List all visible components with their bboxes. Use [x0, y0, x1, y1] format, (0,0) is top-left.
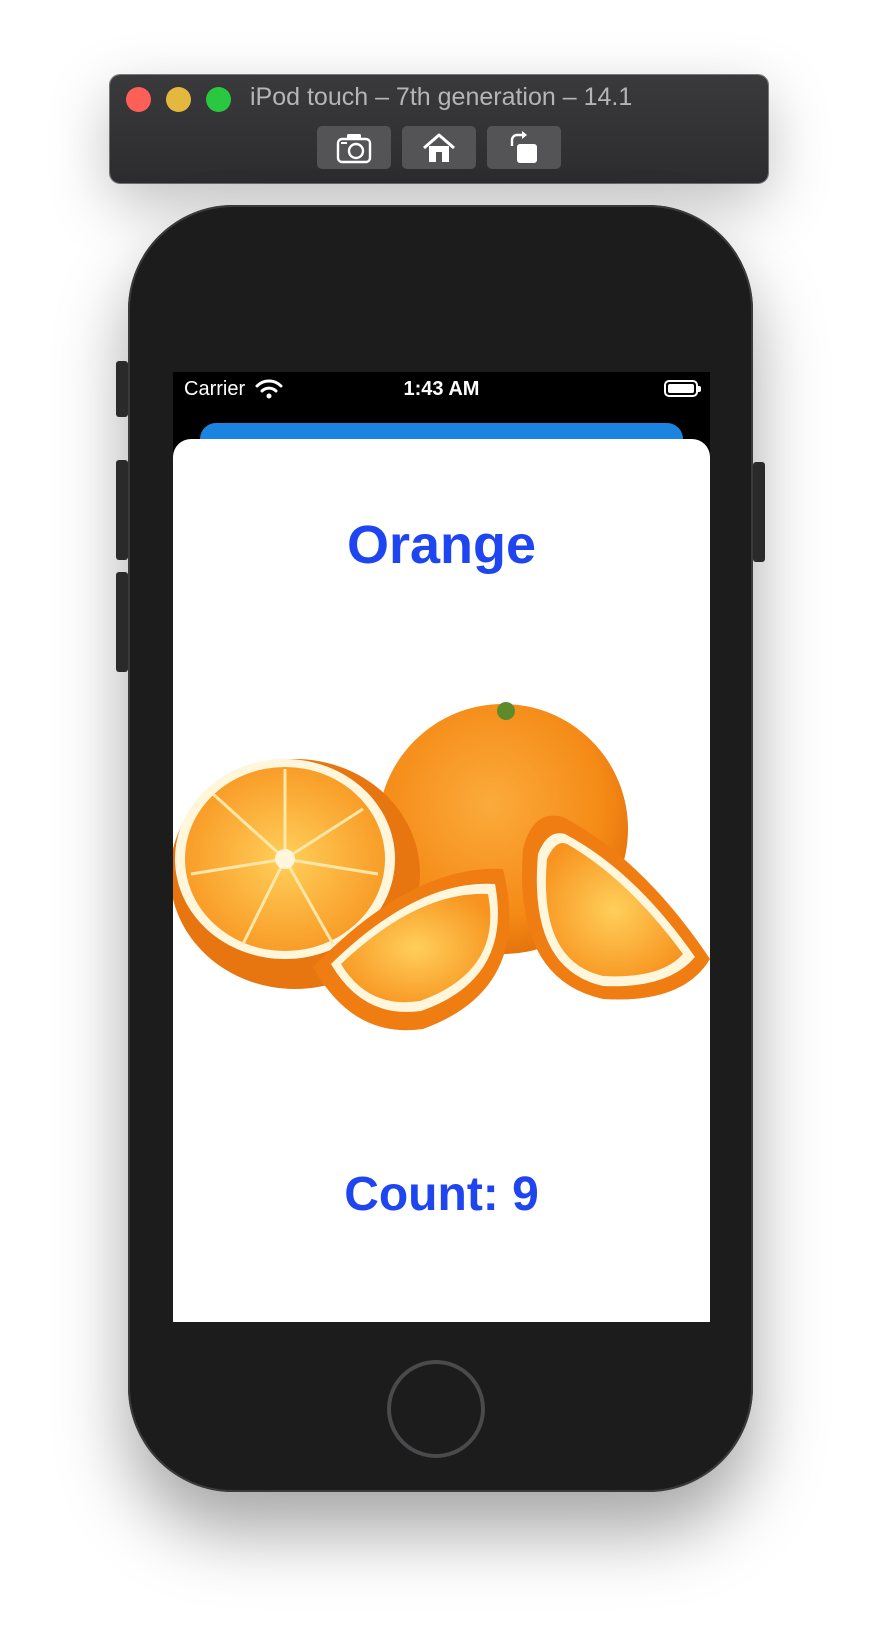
maximize-window-button[interactable]	[206, 87, 231, 112]
home-button-toolbar[interactable]	[402, 126, 476, 169]
device-screen: Carrier 1:43 AM Orange Count: 9	[173, 372, 710, 1322]
power-button	[753, 462, 765, 562]
modal-sheet[interactable]: Orange Count: 9	[173, 439, 710, 1322]
rotate-button[interactable]	[487, 126, 561, 169]
count-label: Count: 9	[344, 1168, 539, 1221]
fruit-title: Orange	[346, 515, 537, 575]
fruit-image	[173, 702, 710, 1031]
status-time: 1:43 AM	[403, 378, 480, 400]
simulator-toolbar: iPod touch – 7th generation – 14.1	[110, 75, 768, 183]
status-bar: Carrier 1:43 AM	[173, 372, 710, 408]
minimize-window-button[interactable]	[166, 87, 191, 112]
stage: iPod touch – 7th generation – 14.1 Carri…	[0, 0, 882, 1644]
orange-stem	[497, 702, 515, 720]
volume-down-button	[116, 572, 128, 672]
home-icon	[423, 133, 455, 162]
ipod-device-frame: Carrier 1:43 AM Orange Count: 9	[116, 205, 765, 1492]
rotate-icon	[510, 130, 537, 163]
close-window-button[interactable]	[126, 87, 151, 112]
battery-icon	[664, 380, 701, 397]
volume-up-button	[116, 460, 128, 560]
screenshot-button[interactable]	[317, 126, 391, 169]
simulator-title: iPod touch – 7th generation – 14.1	[250, 83, 633, 111]
device-home-button[interactable]	[387, 1360, 485, 1458]
mute-switch	[116, 361, 128, 417]
camera-icon	[336, 133, 372, 163]
